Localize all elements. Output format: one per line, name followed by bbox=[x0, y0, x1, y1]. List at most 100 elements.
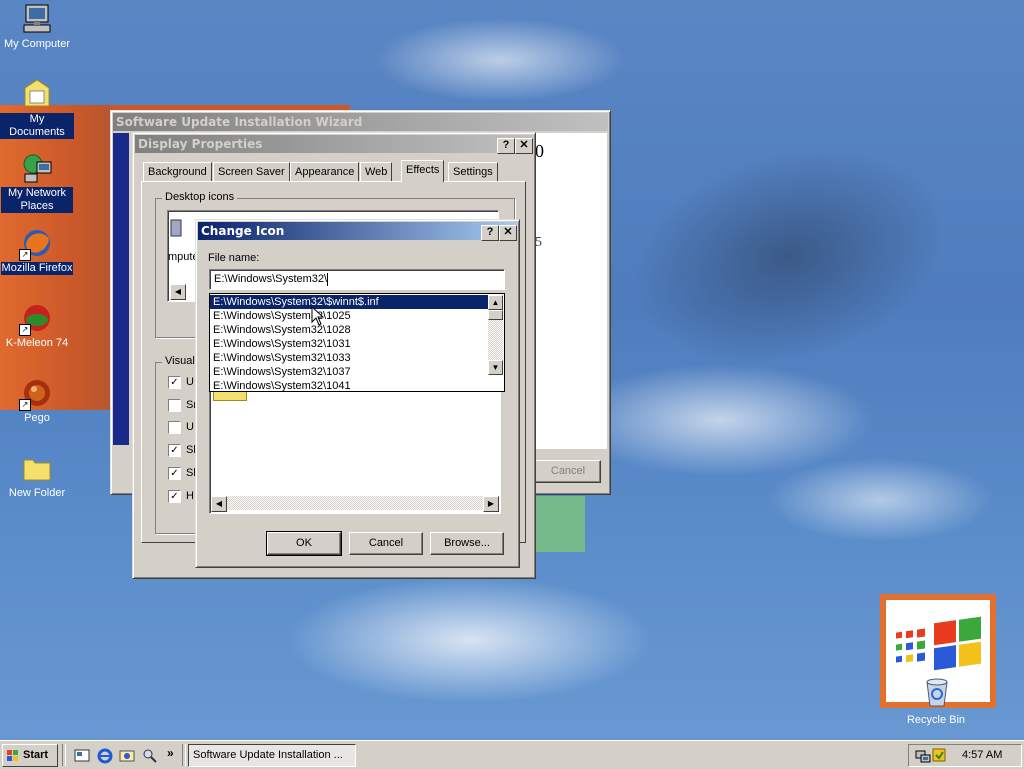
file-name-label: File name: bbox=[208, 252, 260, 264]
desktop-icon-label: K-Meleon 74 bbox=[5, 337, 69, 349]
wizard-cancel-button[interactable]: Cancel bbox=[535, 460, 601, 483]
wizard-partial-text: 5 bbox=[535, 235, 542, 250]
taskbar-divider bbox=[182, 744, 186, 766]
network-status-icon[interactable] bbox=[915, 747, 931, 763]
shortcut-arrow-icon: ↗ bbox=[19, 249, 31, 261]
list-item[interactable]: E:\Windows\System32\1041 bbox=[210, 379, 488, 391]
mouse-cursor-icon bbox=[311, 306, 325, 326]
change-icon-title-bar[interactable]: Change Icon bbox=[198, 222, 517, 240]
check-label: U bbox=[186, 376, 194, 388]
firefox-icon: ↗ bbox=[19, 227, 53, 261]
tab-appearance[interactable]: Appearance bbox=[290, 162, 360, 181]
help-button[interactable]: ? bbox=[497, 138, 515, 154]
desktop-icon-label: My Computer bbox=[3, 38, 71, 50]
visual-effects-group-label: Visual bbox=[162, 355, 198, 367]
vertical-scroll-track[interactable] bbox=[488, 320, 503, 360]
start-button[interactable]: Start bbox=[2, 744, 58, 767]
tab-web[interactable]: Web bbox=[360, 162, 393, 181]
visual-check-5[interactable]: ✓ bbox=[168, 467, 181, 480]
close-button[interactable]: ✕ bbox=[499, 225, 517, 241]
update-tray-icon[interactable] bbox=[931, 747, 947, 763]
scroll-down-button[interactable]: ▼ bbox=[488, 360, 503, 375]
desktop-icon-new-folder[interactable]: New Folder bbox=[0, 452, 74, 500]
list-item[interactable]: E:\Windows\System32\1025 bbox=[210, 309, 488, 323]
tab-settings[interactable]: Settings bbox=[448, 162, 498, 181]
list-item[interactable]: E:\Windows\System32\1028 bbox=[210, 323, 488, 337]
horizontal-scroll-track[interactable] bbox=[227, 496, 483, 510]
visual-check-4[interactable]: ✓ bbox=[168, 444, 181, 457]
wizard-side-banner bbox=[113, 133, 129, 445]
tab-background[interactable]: Background bbox=[143, 162, 212, 181]
recycle-bin-label: Recycle Bin bbox=[906, 714, 966, 726]
quick-launch-chevron[interactable]: » bbox=[167, 746, 174, 760]
taskbar-divider bbox=[62, 744, 66, 766]
folder-icon bbox=[21, 452, 53, 484]
scroll-up-button[interactable]: ▲ bbox=[488, 295, 503, 310]
check-label: U bbox=[186, 421, 194, 433]
desktop-icon-firefox[interactable]: ↗ Mozilla Firefox bbox=[0, 227, 74, 275]
help-button[interactable]: ? bbox=[481, 225, 499, 241]
desktop-icon-kmeleon[interactable]: ↗ K-Meleon 74 bbox=[0, 302, 74, 350]
desktop-icon-my-documents[interactable]: My Documents bbox=[0, 78, 74, 139]
shortcut-arrow-icon: ↗ bbox=[19, 324, 31, 336]
wallpaper-figure bbox=[577, 99, 963, 401]
dropdown-list: E:\Windows\System32\$winnt$.inf E:\Windo… bbox=[210, 295, 488, 391]
tab-screen-saver[interactable]: Screen Saver bbox=[213, 162, 290, 181]
pego-icon: ↗ bbox=[19, 377, 53, 411]
network-icon bbox=[21, 152, 53, 184]
desktop-icon-pego[interactable]: ↗ Pego bbox=[0, 377, 74, 425]
visual-check-2[interactable] bbox=[168, 399, 181, 412]
file-name-value: E:\Windows\System32\ bbox=[214, 273, 328, 285]
ok-button[interactable]: OK bbox=[266, 531, 342, 556]
clock[interactable]: 4:57 AM bbox=[962, 749, 1002, 761]
wizard-partial-text: 0 bbox=[535, 141, 544, 161]
desktop-icon-label: Pego bbox=[24, 412, 50, 424]
shortcut-arrow-icon: ↗ bbox=[19, 399, 31, 411]
outlook-express-icon[interactable] bbox=[119, 748, 135, 764]
autocomplete-dropdown[interactable]: E:\Windows\System32\$winnt$.inf E:\Windo… bbox=[209, 293, 505, 392]
desktop-icon-label: New Folder bbox=[8, 487, 66, 499]
visual-check-1[interactable]: ✓ bbox=[168, 376, 181, 389]
visual-check-3[interactable] bbox=[168, 421, 181, 434]
start-label: Start bbox=[23, 749, 49, 761]
computer-icon bbox=[21, 3, 53, 35]
system-tray: 4:57 AM bbox=[908, 744, 1022, 767]
visual-check-6[interactable]: ✓ bbox=[168, 490, 181, 503]
display-properties-title: Display Properties bbox=[138, 137, 263, 151]
scroll-right-button[interactable]: ▶ bbox=[483, 496, 499, 512]
check-label: H bbox=[186, 490, 194, 502]
desktop-icon-network-places[interactable]: My Network Places bbox=[0, 152, 74, 213]
close-button[interactable]: ✕ bbox=[515, 138, 533, 154]
desktop-icon-label: My Documents bbox=[0, 113, 74, 139]
wizard-title-bar[interactable]: Software Update Installation Wizard bbox=[113, 113, 608, 131]
icon-list[interactable]: ◀ ▶ bbox=[209, 380, 501, 514]
wizard-title: Software Update Installation Wizard bbox=[116, 115, 363, 129]
scroll-thumb[interactable] bbox=[488, 310, 503, 320]
list-item[interactable]: E:\Windows\System32\1037 bbox=[210, 365, 488, 379]
cancel-button[interactable]: Cancel bbox=[349, 532, 423, 555]
list-item[interactable]: E:\Windows\System32\1033 bbox=[210, 351, 488, 365]
display-properties-title-bar[interactable]: Display Properties bbox=[135, 135, 533, 153]
change-icon-title: Change Icon bbox=[201, 224, 285, 238]
computer-icon bbox=[170, 219, 182, 240]
folder-documents-icon bbox=[21, 78, 53, 110]
list-item[interactable]: E:\Windows\System32\1031 bbox=[210, 337, 488, 351]
tab-effects[interactable]: Effects bbox=[401, 160, 445, 182]
scroll-left-button[interactable]: ◀ bbox=[211, 496, 227, 512]
browse-button[interactable]: Browse... bbox=[430, 532, 504, 555]
list-item[interactable]: E:\Windows\System32\$winnt$.inf bbox=[210, 295, 488, 309]
show-desktop-icon[interactable] bbox=[74, 748, 90, 764]
search-icon[interactable] bbox=[142, 748, 158, 764]
internet-explorer-icon[interactable] bbox=[97, 748, 113, 764]
desktop-icon-my-computer[interactable]: My Computer bbox=[0, 3, 74, 51]
wizard-content-area: 0 5 bbox=[535, 133, 607, 449]
taskbar-button-software-update[interactable]: Software Update Installation ... bbox=[188, 744, 356, 767]
wallpaper-green-block bbox=[535, 496, 585, 552]
recycle-bin-icon[interactable] bbox=[922, 676, 952, 708]
desktop-icon-label: My Network Places bbox=[1, 187, 73, 213]
file-name-input[interactable]: E:\Windows\System32\ bbox=[209, 269, 505, 290]
kmeleon-icon: ↗ bbox=[19, 302, 53, 336]
scroll-left-button[interactable]: ◀ bbox=[170, 284, 186, 300]
taskbar: Start » Software Update Installation ...… bbox=[0, 740, 1024, 769]
desktop-icon-label: Mozilla Firefox bbox=[0, 262, 74, 275]
